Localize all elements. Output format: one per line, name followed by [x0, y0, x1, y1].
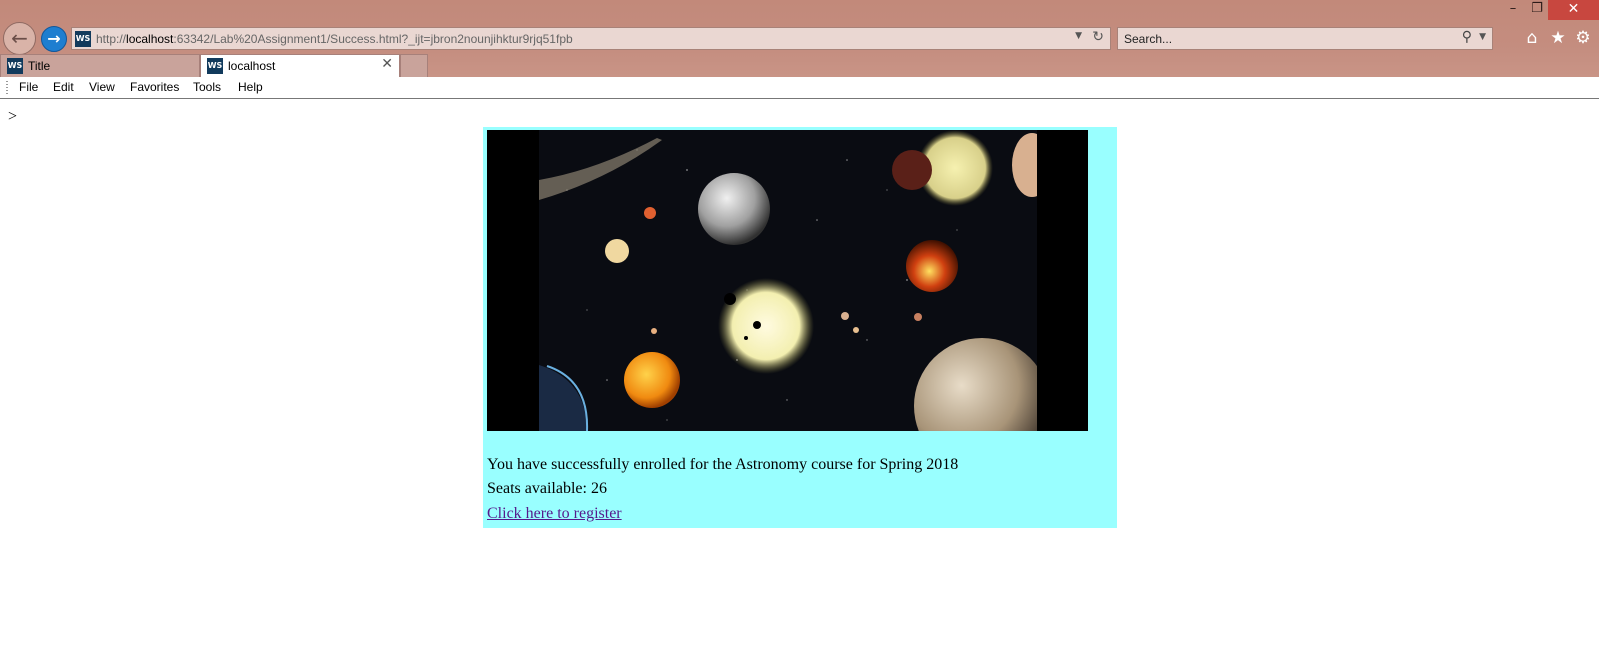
- arrow-right-icon: →: [47, 29, 61, 48]
- gear-icon[interactable]: ⚙: [1572, 27, 1594, 49]
- url-text[interactable]: http://localhost:63342/Lab%20Assignment1…: [96, 32, 573, 46]
- menu-edit[interactable]: Edit: [53, 80, 74, 94]
- back-button[interactable]: ←: [3, 22, 36, 55]
- favorites-star-icon[interactable]: ★: [1547, 27, 1569, 49]
- forward-button[interactable]: →: [41, 26, 67, 52]
- search-bar[interactable]: Search... ⚲ ▼: [1117, 27, 1493, 50]
- menu-view[interactable]: View: [89, 80, 115, 94]
- tab-site-icon: WS: [7, 58, 23, 74]
- enroll-message: You have successfully enrolled for the A…: [487, 456, 959, 473]
- refresh-icon[interactable]: ↻: [1092, 29, 1104, 45]
- address-bar[interactable]: WS http://localhost:63342/Lab%20Assignme…: [71, 27, 1111, 50]
- menu-file[interactable]: File: [19, 80, 38, 94]
- seats-available: Seats available: 26: [487, 480, 607, 498]
- new-tab-button[interactable]: [400, 54, 428, 77]
- seats-label: Seats available:: [487, 480, 587, 497]
- menu-grip: [6, 81, 8, 95]
- address-dropdown-icon[interactable]: ▼: [1075, 31, 1082, 41]
- content-box: You have successfully enrolled for the A…: [483, 127, 1117, 528]
- close-window-button[interactable]: ✕: [1548, 0, 1599, 20]
- stray-text: >: [8, 108, 18, 125]
- url-prefix: http://: [96, 32, 127, 46]
- browser-chrome: – ❐ ✕ ← → WS http://localhost:63342/Lab%…: [0, 0, 1599, 77]
- seats-value: 26: [590, 480, 607, 497]
- url-host: localhost: [126, 32, 174, 46]
- tab-site-icon: WS: [207, 58, 223, 74]
- space-illustration: [487, 130, 1088, 431]
- menu-help[interactable]: Help: [238, 80, 263, 94]
- space-planets-image: [487, 130, 1088, 431]
- arrow-left-icon: ←: [11, 26, 28, 50]
- close-tab-icon[interactable]: ✕: [381, 56, 393, 72]
- search-dropdown-icon[interactable]: ▼: [1479, 32, 1486, 42]
- menu-bar: File Edit View Favorites Tools Help: [0, 77, 1599, 99]
- menu-favorites[interactable]: Favorites: [130, 80, 179, 94]
- search-icon[interactable]: ⚲: [1462, 29, 1472, 45]
- url-rest: :63342/Lab%20Assignment1/Success.html?_i…: [173, 32, 573, 46]
- home-icon[interactable]: ⌂: [1521, 27, 1543, 49]
- tab-localhost[interactable]: WS localhost ✕: [200, 54, 400, 77]
- tab-label: Title: [28, 59, 51, 73]
- tab-label: localhost: [228, 59, 276, 73]
- search-input[interactable]: Search...: [1124, 32, 1172, 46]
- register-link[interactable]: Click here to register: [487, 505, 622, 523]
- tab-title[interactable]: WS Title: [0, 54, 200, 77]
- menu-tools[interactable]: Tools: [193, 80, 221, 94]
- site-icon: WS: [75, 31, 91, 47]
